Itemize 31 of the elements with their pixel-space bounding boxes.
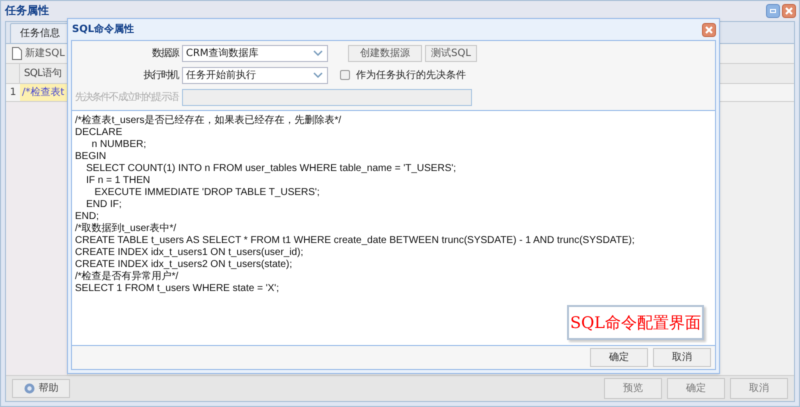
toolbar-button[interactable]: 创建数据源 bbox=[348, 44, 422, 62]
dialog-button[interactable]: 确定 bbox=[590, 348, 648, 367]
checkbox[interactable] bbox=[340, 70, 350, 80]
new-sql-button[interactable]: 新建SQL bbox=[12, 46, 65, 61]
checkbox-label: 作为任务执行的先决条件 bbox=[356, 68, 466, 82]
close-button[interactable] bbox=[782, 4, 796, 18]
dialog-title: SQL命令属性 bbox=[72, 22, 134, 37]
help-button[interactable]: 帮助 bbox=[12, 379, 70, 398]
tab[interactable]: 任务信息 bbox=[10, 23, 70, 43]
field-label: 数据源 bbox=[151, 46, 180, 60]
dialog-button[interactable]: 取消 bbox=[653, 348, 711, 367]
close-button[interactable] bbox=[702, 22, 716, 36]
document-icon bbox=[12, 47, 22, 60]
chevron-down-icon bbox=[313, 50, 323, 56]
footer-button[interactable]: 确定 bbox=[667, 378, 725, 399]
close-icon bbox=[785, 7, 793, 15]
close-icon bbox=[705, 26, 713, 34]
callout-label: SQL命令配置界面 bbox=[567, 305, 704, 340]
minimize-button[interactable] bbox=[766, 4, 780, 18]
footer-button[interactable]: 取消 bbox=[730, 378, 788, 399]
field-label: 执行时机 bbox=[142, 68, 180, 82]
footer-button[interactable]: 预览 bbox=[604, 378, 662, 399]
row-number: 1 bbox=[8, 86, 18, 100]
toolbar-button[interactable]: 测试SQL bbox=[425, 44, 477, 62]
dropdown[interactable]: 任务开始前执行 bbox=[182, 66, 328, 84]
column-header: SQL语句 bbox=[23, 67, 62, 81]
code-editor[interactable]: /*检查表t_users是否已经存在，如果表已经存在，先删除表*/ DECLARE n NUMBER; BEGIN SELECT COUNT(1) INTO n FROM user_tables WHERE table_name = 'T_USERS'; IF n = 1 THEN EXECUTE IMMEDIATE 'DROP TABLE T_USERS'; END IF; END; /*取数据到t_user表中*/ CREATE TABLE t_users AS SELECT * FROM t1 WHERE create_date BETWEEN trunc(SYSDATE) - 1 AND trunc(SYSDATE); CREATE INDEX idx_t_users1 ON t_users(user_id); CREATE INDEX idx_t_users2 ON t_users(state); /*检查是否有异常用户*/ SELECT 1 FROM t_users WHERE state = 'X'; bbox=[72, 111, 715, 295]
help-icon bbox=[24, 383, 34, 394]
dropdown[interactable]: CRM查询数据库 bbox=[182, 44, 328, 62]
chevron-down-icon bbox=[313, 72, 323, 78]
window-title: 任务属性 bbox=[5, 2, 49, 19]
